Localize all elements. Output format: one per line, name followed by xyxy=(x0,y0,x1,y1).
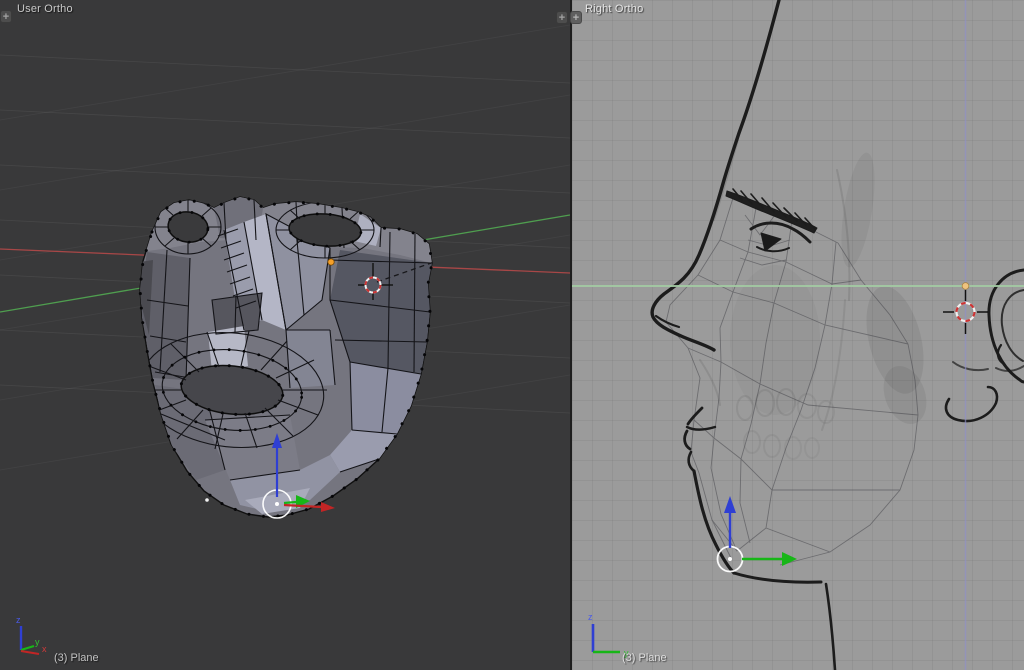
mini-axis-gizmo: z y xyxy=(588,612,629,658)
region-expand-icon[interactable]: + xyxy=(0,10,12,23)
region-expand-icon[interactable]: + xyxy=(570,11,582,24)
region-expand-icon[interactable]: + xyxy=(556,11,568,24)
viewport-user-ortho[interactable]: z y x User Ortho + (3) Plane xyxy=(0,0,570,670)
viewport-right-ortho[interactable]: z y Right Ortho (3) Plane xyxy=(572,0,1024,670)
axis-label-z: z xyxy=(16,615,21,625)
reference-face-sketch xyxy=(652,0,1024,670)
gizmo-z-arrow[interactable] xyxy=(724,496,736,548)
gizmo-y-arrow[interactable] xyxy=(742,552,797,566)
blender-split-3d-view: z y x User Ortho + (3) Plane xyxy=(0,0,1024,670)
axis-label-x: x xyxy=(42,644,47,654)
face-mesh[interactable] xyxy=(135,196,434,517)
selected-vertex-icon[interactable] xyxy=(328,259,334,265)
active-vertex-white[interactable] xyxy=(205,498,209,502)
mini-axis-gizmo: z y x xyxy=(16,615,47,654)
translate-gizmo[interactable] xyxy=(718,496,798,572)
axis-label-y: y xyxy=(624,648,629,658)
axis-label-z: z xyxy=(588,612,593,622)
object-origin-icon[interactable] xyxy=(962,283,969,290)
reference-shading xyxy=(730,151,934,431)
axis-label-y: y xyxy=(35,637,40,647)
right-viewport-canvas[interactable]: z y xyxy=(572,0,1024,670)
left-viewport-canvas[interactable]: z y x xyxy=(0,0,570,670)
